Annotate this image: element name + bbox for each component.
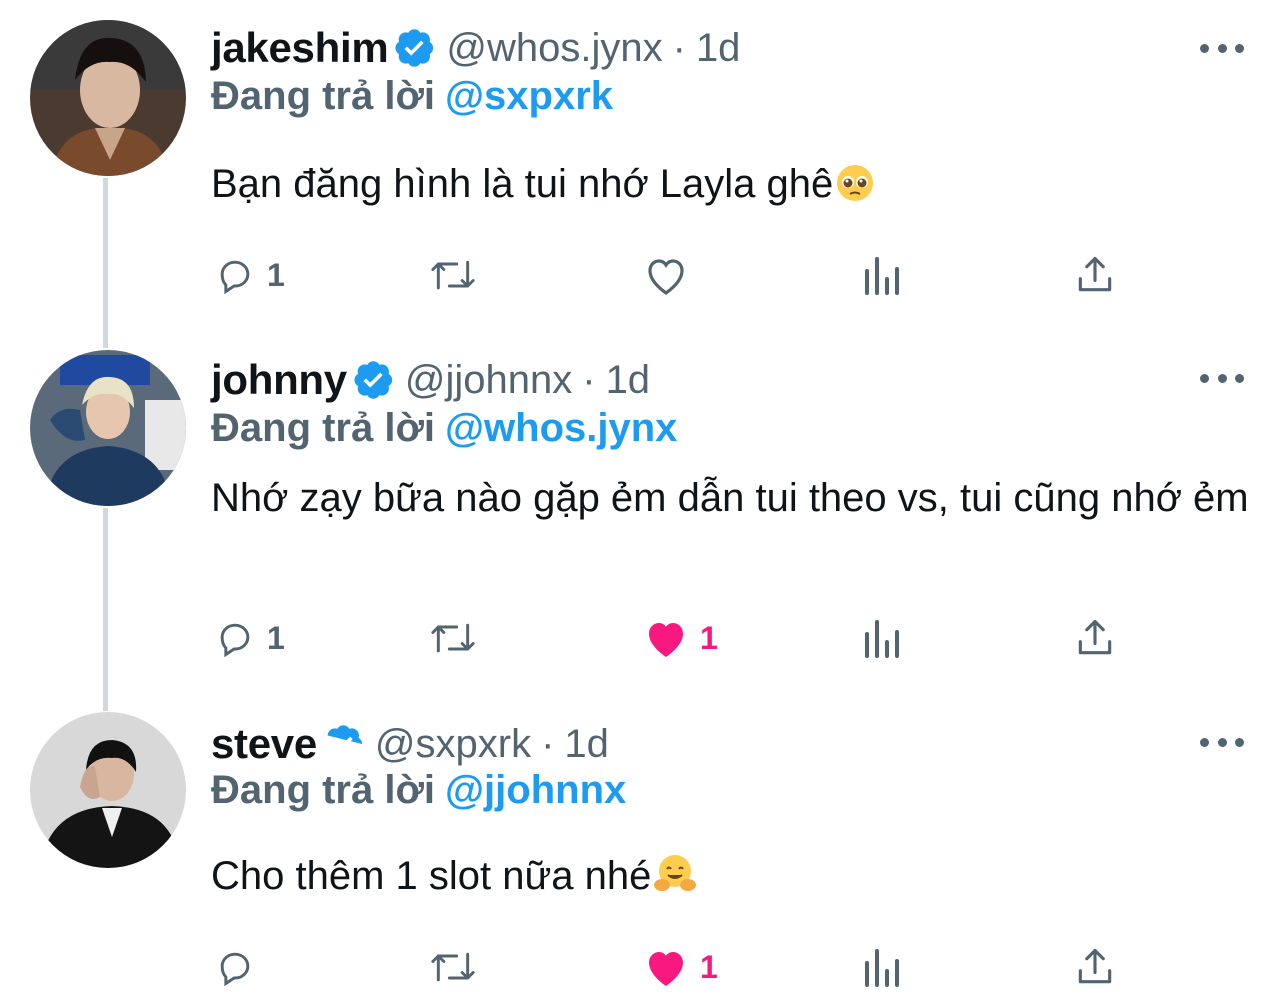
reply-icon	[220, 260, 250, 295]
share-button[interactable]	[1073, 250, 1117, 300]
tweet-text-content: Nhớ zạy bữa nào gặp ẻm dẫn tui theo vs, …	[211, 476, 1249, 520]
separator-dot: ·	[541, 721, 555, 766]
pleading-face-emoji-icon	[835, 163, 875, 217]
tweet-actions: 1	[0, 250, 1284, 300]
share-icon	[1078, 256, 1112, 292]
verified-badge-icon	[323, 724, 363, 764]
user-handle[interactable]: @sxpxrk	[375, 722, 531, 767]
reply-icon	[220, 952, 250, 987]
retweet-icon	[431, 623, 475, 653]
share-icon	[1078, 619, 1112, 655]
tweet-text: Nhớ zạy bữa nào gặp ẻm dẫn tui theo vs, …	[211, 472, 1251, 525]
hugging-face-emoji-icon	[653, 853, 697, 909]
mention-link[interactable]: @sxpxrk	[445, 74, 613, 118]
like-button[interactable]	[642, 250, 690, 300]
separator-dot: ·	[672, 25, 686, 70]
analytics-icon	[865, 620, 899, 658]
like-button[interactable]: 1	[642, 613, 718, 663]
tweet-text: Bạn đăng hình là tui nhớ Layla ghê	[211, 158, 1251, 217]
retweet-button[interactable]	[425, 250, 481, 300]
tweet-header: steve @sxpxrk · 1d	[211, 714, 609, 774]
reply-button[interactable]	[213, 942, 267, 992]
retweet-icon	[431, 952, 475, 982]
share-button[interactable]	[1073, 613, 1117, 663]
share-button[interactable]	[1073, 942, 1117, 992]
analytics-icon	[865, 949, 899, 987]
tweet-header: jakeshim @whos.jynx · 1d	[211, 18, 740, 78]
tweet-actions: 1 1	[0, 613, 1284, 663]
tweet-text-content: Bạn đăng hình là tui nhớ Layla ghê	[211, 162, 834, 206]
analytics-button[interactable]	[860, 942, 902, 992]
tweet-header: johnny @jjohnnx · 1d	[211, 350, 650, 410]
retweet-icon	[431, 260, 475, 290]
display-name[interactable]: steve	[211, 720, 317, 768]
display-name[interactable]: johnny	[211, 356, 347, 404]
replying-to: Đang trả lời @sxpxrk	[211, 74, 613, 124]
replying-to-label: Đang trả lời	[211, 768, 436, 812]
avatar[interactable]	[30, 350, 186, 506]
like-count: 1	[700, 619, 718, 656]
replying-to-label: Đang trả lời	[211, 406, 436, 450]
timestamp[interactable]: 1d	[564, 722, 609, 767]
heart-filled-icon	[649, 623, 683, 657]
timestamp[interactable]: 1d	[606, 358, 651, 403]
tweet-text: Cho thêm 1 slot nữa nhé	[211, 850, 1251, 909]
separator-dot: ·	[582, 357, 596, 402]
verified-badge-icon	[394, 28, 434, 68]
mention-link[interactable]: @whos.jynx	[445, 406, 677, 450]
reply-button[interactable]: 1	[213, 613, 285, 663]
display-name[interactable]: jakeshim	[211, 24, 389, 72]
user-handle[interactable]: @whos.jynx	[446, 26, 662, 71]
like-button[interactable]: 1	[642, 942, 718, 992]
more-options-icon[interactable]	[1200, 38, 1244, 58]
more-options-icon[interactable]	[1200, 732, 1244, 752]
replying-to-label: Đang trả lời	[211, 74, 436, 118]
more-options-icon[interactable]	[1200, 368, 1244, 388]
share-icon	[1078, 948, 1112, 984]
timestamp[interactable]: 1d	[696, 26, 741, 71]
heart-filled-icon	[649, 952, 683, 986]
reply-count: 1	[267, 256, 285, 293]
reply-button[interactable]: 1	[213, 250, 285, 300]
like-count: 1	[700, 948, 718, 985]
reply-icon	[220, 623, 250, 658]
tweet-actions: 1	[0, 942, 1284, 992]
replying-to: Đang trả lời @whos.jynx	[211, 406, 677, 456]
analytics-button[interactable]	[860, 250, 902, 300]
mention-link[interactable]: @jjohnnx	[445, 768, 626, 812]
reply-count: 1	[267, 619, 285, 656]
analytics-button[interactable]	[860, 613, 902, 663]
verified-badge-icon	[353, 360, 393, 400]
avatar[interactable]	[30, 20, 186, 176]
heart-outline-icon	[648, 259, 684, 295]
thread-connector-line	[103, 508, 108, 711]
retweet-button[interactable]	[425, 942, 481, 992]
avatar[interactable]	[30, 712, 186, 868]
replying-to: Đang trả lời @jjohnnx	[211, 768, 626, 818]
analytics-icon	[865, 257, 899, 295]
tweet-text-content: Cho thêm 1 slot nữa nhé	[211, 854, 652, 898]
retweet-button[interactable]	[425, 613, 481, 663]
user-handle[interactable]: @jjohnnx	[405, 358, 572, 403]
